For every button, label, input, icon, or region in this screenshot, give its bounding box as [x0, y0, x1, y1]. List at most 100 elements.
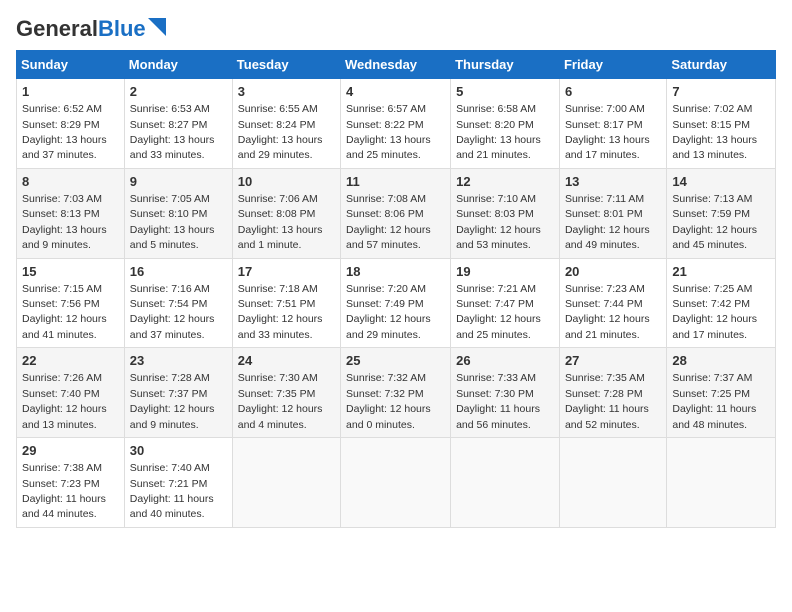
week-row-1: 1 Sunrise: 6:52 AMSunset: 8:29 PMDayligh…	[17, 79, 776, 169]
weekday-header-saturday: Saturday	[667, 51, 776, 79]
weekday-header-sunday: Sunday	[17, 51, 125, 79]
day-info: Sunrise: 7:26 AMSunset: 7:40 PMDaylight:…	[22, 372, 107, 430]
day-info: Sunrise: 7:16 AMSunset: 7:54 PMDaylight:…	[130, 283, 215, 341]
day-info: Sunrise: 7:05 AMSunset: 8:10 PMDaylight:…	[130, 193, 215, 251]
calendar-cell: 25 Sunrise: 7:32 AMSunset: 7:32 PMDaylig…	[341, 348, 451, 438]
calendar-cell: 5 Sunrise: 6:58 AMSunset: 8:20 PMDayligh…	[451, 79, 560, 169]
calendar-cell: 26 Sunrise: 7:33 AMSunset: 7:30 PMDaylig…	[451, 348, 560, 438]
calendar-cell: 4 Sunrise: 6:57 AMSunset: 8:22 PMDayligh…	[341, 79, 451, 169]
day-number: 15	[22, 263, 119, 281]
day-number: 1	[22, 83, 119, 101]
calendar-cell	[559, 438, 666, 528]
day-info: Sunrise: 6:58 AMSunset: 8:20 PMDaylight:…	[456, 103, 541, 161]
calendar-cell: 20 Sunrise: 7:23 AMSunset: 7:44 PMDaylig…	[559, 258, 666, 348]
day-number: 17	[238, 263, 335, 281]
day-info: Sunrise: 6:53 AMSunset: 8:27 PMDaylight:…	[130, 103, 215, 161]
calendar-cell: 2 Sunrise: 6:53 AMSunset: 8:27 PMDayligh…	[124, 79, 232, 169]
calendar-cell: 14 Sunrise: 7:13 AMSunset: 7:59 PMDaylig…	[667, 168, 776, 258]
day-number: 25	[346, 352, 445, 370]
calendar-cell: 6 Sunrise: 7:00 AMSunset: 8:17 PMDayligh…	[559, 79, 666, 169]
week-row-5: 29 Sunrise: 7:38 AMSunset: 7:23 PMDaylig…	[17, 438, 776, 528]
day-info: Sunrise: 6:52 AMSunset: 8:29 PMDaylight:…	[22, 103, 107, 161]
day-number: 14	[672, 173, 770, 191]
day-info: Sunrise: 7:13 AMSunset: 7:59 PMDaylight:…	[672, 193, 757, 251]
day-number: 3	[238, 83, 335, 101]
calendar-cell: 3 Sunrise: 6:55 AMSunset: 8:24 PMDayligh…	[232, 79, 340, 169]
day-number: 5	[456, 83, 554, 101]
day-number: 26	[456, 352, 554, 370]
day-number: 16	[130, 263, 227, 281]
day-info: Sunrise: 7:28 AMSunset: 7:37 PMDaylight:…	[130, 372, 215, 430]
weekday-header-thursday: Thursday	[451, 51, 560, 79]
calendar-cell: 18 Sunrise: 7:20 AMSunset: 7:49 PMDaylig…	[341, 258, 451, 348]
weekday-header-row: SundayMondayTuesdayWednesdayThursdayFrid…	[17, 51, 776, 79]
day-number: 13	[565, 173, 661, 191]
calendar-cell	[232, 438, 340, 528]
day-info: Sunrise: 7:06 AMSunset: 8:08 PMDaylight:…	[238, 193, 323, 251]
day-number: 18	[346, 263, 445, 281]
calendar-table: SundayMondayTuesdayWednesdayThursdayFrid…	[16, 50, 776, 528]
calendar-cell: 13 Sunrise: 7:11 AMSunset: 8:01 PMDaylig…	[559, 168, 666, 258]
calendar-cell: 30 Sunrise: 7:40 AMSunset: 7:21 PMDaylig…	[124, 438, 232, 528]
day-info: Sunrise: 7:03 AMSunset: 8:13 PMDaylight:…	[22, 193, 107, 251]
day-info: Sunrise: 7:30 AMSunset: 7:35 PMDaylight:…	[238, 372, 323, 430]
logo-general: General	[16, 16, 98, 42]
calendar-cell: 21 Sunrise: 7:25 AMSunset: 7:42 PMDaylig…	[667, 258, 776, 348]
week-row-4: 22 Sunrise: 7:26 AMSunset: 7:40 PMDaylig…	[17, 348, 776, 438]
calendar-cell: 17 Sunrise: 7:18 AMSunset: 7:51 PMDaylig…	[232, 258, 340, 348]
day-info: Sunrise: 7:21 AMSunset: 7:47 PMDaylight:…	[456, 283, 541, 341]
calendar-cell: 23 Sunrise: 7:28 AMSunset: 7:37 PMDaylig…	[124, 348, 232, 438]
calendar-cell: 16 Sunrise: 7:16 AMSunset: 7:54 PMDaylig…	[124, 258, 232, 348]
day-number: 23	[130, 352, 227, 370]
weekday-header-tuesday: Tuesday	[232, 51, 340, 79]
calendar-cell: 24 Sunrise: 7:30 AMSunset: 7:35 PMDaylig…	[232, 348, 340, 438]
calendar-cell: 27 Sunrise: 7:35 AMSunset: 7:28 PMDaylig…	[559, 348, 666, 438]
day-number: 4	[346, 83, 445, 101]
day-info: Sunrise: 7:10 AMSunset: 8:03 PMDaylight:…	[456, 193, 541, 251]
calendar-cell	[667, 438, 776, 528]
day-info: Sunrise: 7:00 AMSunset: 8:17 PMDaylight:…	[565, 103, 650, 161]
calendar-cell: 19 Sunrise: 7:21 AMSunset: 7:47 PMDaylig…	[451, 258, 560, 348]
calendar-cell: 7 Sunrise: 7:02 AMSunset: 8:15 PMDayligh…	[667, 79, 776, 169]
day-number: 22	[22, 352, 119, 370]
day-number: 2	[130, 83, 227, 101]
day-info: Sunrise: 7:18 AMSunset: 7:51 PMDaylight:…	[238, 283, 323, 341]
calendar-cell	[341, 438, 451, 528]
day-number: 10	[238, 173, 335, 191]
day-info: Sunrise: 7:25 AMSunset: 7:42 PMDaylight:…	[672, 283, 757, 341]
day-number: 21	[672, 263, 770, 281]
weekday-header-wednesday: Wednesday	[341, 51, 451, 79]
calendar-cell	[451, 438, 560, 528]
day-number: 6	[565, 83, 661, 101]
day-info: Sunrise: 7:32 AMSunset: 7:32 PMDaylight:…	[346, 372, 431, 430]
calendar-cell: 29 Sunrise: 7:38 AMSunset: 7:23 PMDaylig…	[17, 438, 125, 528]
day-number: 8	[22, 173, 119, 191]
day-info: Sunrise: 7:20 AMSunset: 7:49 PMDaylight:…	[346, 283, 431, 341]
calendar-cell: 12 Sunrise: 7:10 AMSunset: 8:03 PMDaylig…	[451, 168, 560, 258]
day-number: 19	[456, 263, 554, 281]
calendar-cell: 9 Sunrise: 7:05 AMSunset: 8:10 PMDayligh…	[124, 168, 232, 258]
day-info: Sunrise: 7:40 AMSunset: 7:21 PMDaylight:…	[130, 462, 214, 520]
logo-blue: Blue	[98, 16, 146, 42]
day-info: Sunrise: 7:37 AMSunset: 7:25 PMDaylight:…	[672, 372, 756, 430]
day-info: Sunrise: 6:57 AMSunset: 8:22 PMDaylight:…	[346, 103, 431, 161]
calendar-cell: 28 Sunrise: 7:37 AMSunset: 7:25 PMDaylig…	[667, 348, 776, 438]
calendar-cell: 11 Sunrise: 7:08 AMSunset: 8:06 PMDaylig…	[341, 168, 451, 258]
day-info: Sunrise: 7:11 AMSunset: 8:01 PMDaylight:…	[565, 193, 650, 251]
day-number: 11	[346, 173, 445, 191]
week-row-2: 8 Sunrise: 7:03 AMSunset: 8:13 PMDayligh…	[17, 168, 776, 258]
day-info: Sunrise: 7:35 AMSunset: 7:28 PMDaylight:…	[565, 372, 649, 430]
calendar-cell: 1 Sunrise: 6:52 AMSunset: 8:29 PMDayligh…	[17, 79, 125, 169]
day-number: 20	[565, 263, 661, 281]
day-number: 29	[22, 442, 119, 460]
day-info: Sunrise: 6:55 AMSunset: 8:24 PMDaylight:…	[238, 103, 323, 161]
day-info: Sunrise: 7:38 AMSunset: 7:23 PMDaylight:…	[22, 462, 106, 520]
header: General Blue	[16, 16, 776, 42]
day-number: 12	[456, 173, 554, 191]
week-row-3: 15 Sunrise: 7:15 AMSunset: 7:56 PMDaylig…	[17, 258, 776, 348]
calendar-body: 1 Sunrise: 6:52 AMSunset: 8:29 PMDayligh…	[17, 79, 776, 528]
day-number: 24	[238, 352, 335, 370]
day-info: Sunrise: 7:08 AMSunset: 8:06 PMDaylight:…	[346, 193, 431, 251]
logo: General Blue	[16, 16, 166, 42]
day-info: Sunrise: 7:23 AMSunset: 7:44 PMDaylight:…	[565, 283, 650, 341]
